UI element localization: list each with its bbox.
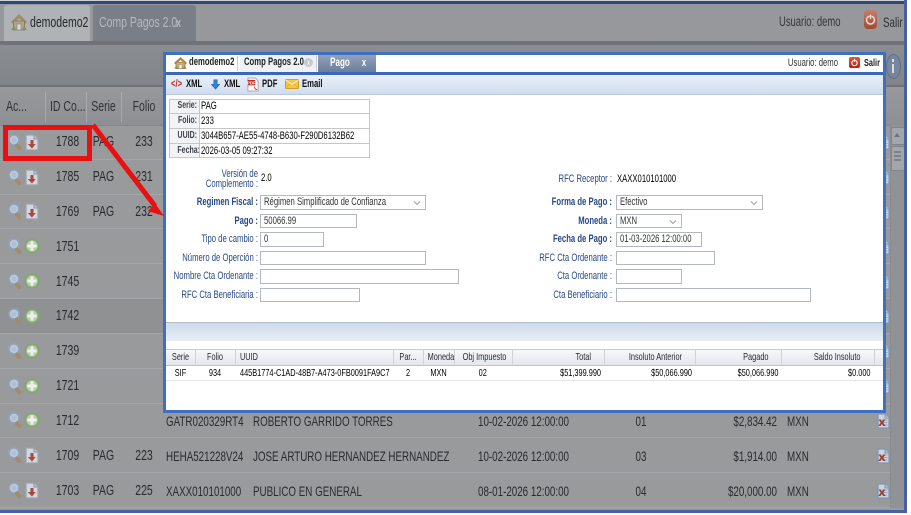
svg-text:PDF: PDF	[247, 80, 256, 85]
